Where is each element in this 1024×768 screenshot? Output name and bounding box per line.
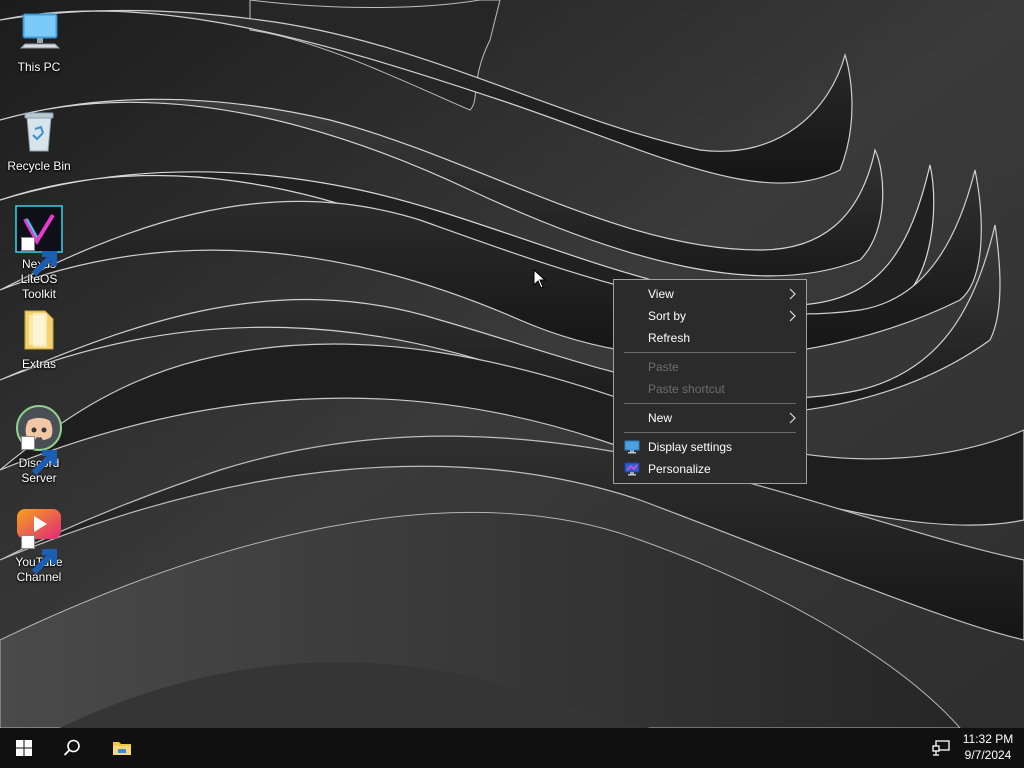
menu-item-refresh[interactable]: Refresh	[614, 327, 806, 349]
personalize-icon	[624, 462, 640, 476]
network-icon[interactable]	[931, 738, 951, 758]
menu-item-label: Display settings	[648, 440, 733, 454]
desktop-icon-nexus-liteos-toolkit[interactable]: Nexus LiteOS Toolkit	[4, 205, 74, 302]
menu-item-label: Paste	[648, 360, 679, 374]
desktop-context-menu: View Sort by Refresh Paste Paste shortcu…	[613, 279, 807, 484]
menu-separator	[624, 352, 796, 353]
desktop[interactable]: This PC Recycle Bin Nexus LiteOS Toolkit	[0, 0, 1024, 728]
search-button[interactable]	[48, 728, 96, 768]
desktop-icon-label: Extras	[21, 357, 56, 371]
search-icon	[63, 739, 80, 756]
display-settings-icon	[624, 440, 640, 454]
shortcut-arrow-icon	[21, 237, 57, 277]
windows-logo-icon	[16, 740, 32, 756]
menu-item-paste: Paste	[614, 356, 806, 378]
wallpaper	[0, 0, 1024, 728]
file-explorer-icon	[113, 742, 131, 755]
shortcut-arrow-icon	[21, 535, 57, 575]
menu-item-sort-by[interactable]: Sort by	[614, 305, 806, 327]
desktop-icon-label: This PC	[17, 60, 61, 74]
menu-item-display-settings[interactable]: Display settings	[614, 436, 806, 458]
menu-item-label: View	[648, 287, 674, 301]
folder-icon	[15, 305, 63, 353]
shortcut-arrow-icon	[21, 436, 57, 476]
chevron-right-icon	[789, 288, 796, 300]
computer-icon	[15, 8, 63, 56]
discord-icon	[15, 404, 63, 476]
menu-item-personalize[interactable]: Personalize	[614, 458, 806, 480]
menu-separator	[624, 432, 796, 433]
menu-item-label: Paste shortcut	[648, 382, 725, 396]
menu-item-view[interactable]: View	[614, 283, 806, 305]
menu-item-paste-shortcut: Paste shortcut	[614, 378, 806, 400]
taskbar-clock[interactable]: 11:32 PM 9/7/2024	[956, 731, 1020, 763]
desktop-icon-extras[interactable]: Extras	[4, 305, 74, 372]
mouse-cursor-icon	[533, 269, 547, 289]
desktop-icon-this-pc[interactable]: This PC	[4, 8, 74, 75]
chevron-right-icon	[789, 412, 796, 424]
clock-date: 9/7/2024	[964, 748, 1012, 762]
desktop-icon-discord-server[interactable]: Discord Server	[4, 404, 74, 486]
youtube-icon	[15, 503, 63, 575]
desktop-icon-label: Recycle Bin	[7, 159, 71, 173]
menu-separator	[624, 403, 796, 404]
taskbar: 11:32 PM 9/7/2024	[0, 728, 1024, 768]
clock-time: 11:32 PM	[962, 732, 1014, 746]
desktop-icon-youtube-channel[interactable]: YouTube Channel	[4, 503, 74, 585]
nexus-liteos-logo-icon	[15, 205, 63, 277]
desktop-icon-recycle-bin[interactable]: Recycle Bin	[4, 107, 74, 174]
menu-item-label: Refresh	[648, 331, 691, 345]
chevron-right-icon	[789, 310, 796, 322]
menu-item-label: Personalize	[648, 462, 711, 476]
file-explorer-button[interactable]	[98, 728, 146, 768]
start-button[interactable]	[0, 728, 48, 768]
recycle-bin-icon	[15, 107, 63, 155]
menu-item-label: Sort by	[648, 309, 687, 323]
menu-item-label: New	[648, 411, 673, 425]
menu-item-new[interactable]: New	[614, 407, 806, 429]
